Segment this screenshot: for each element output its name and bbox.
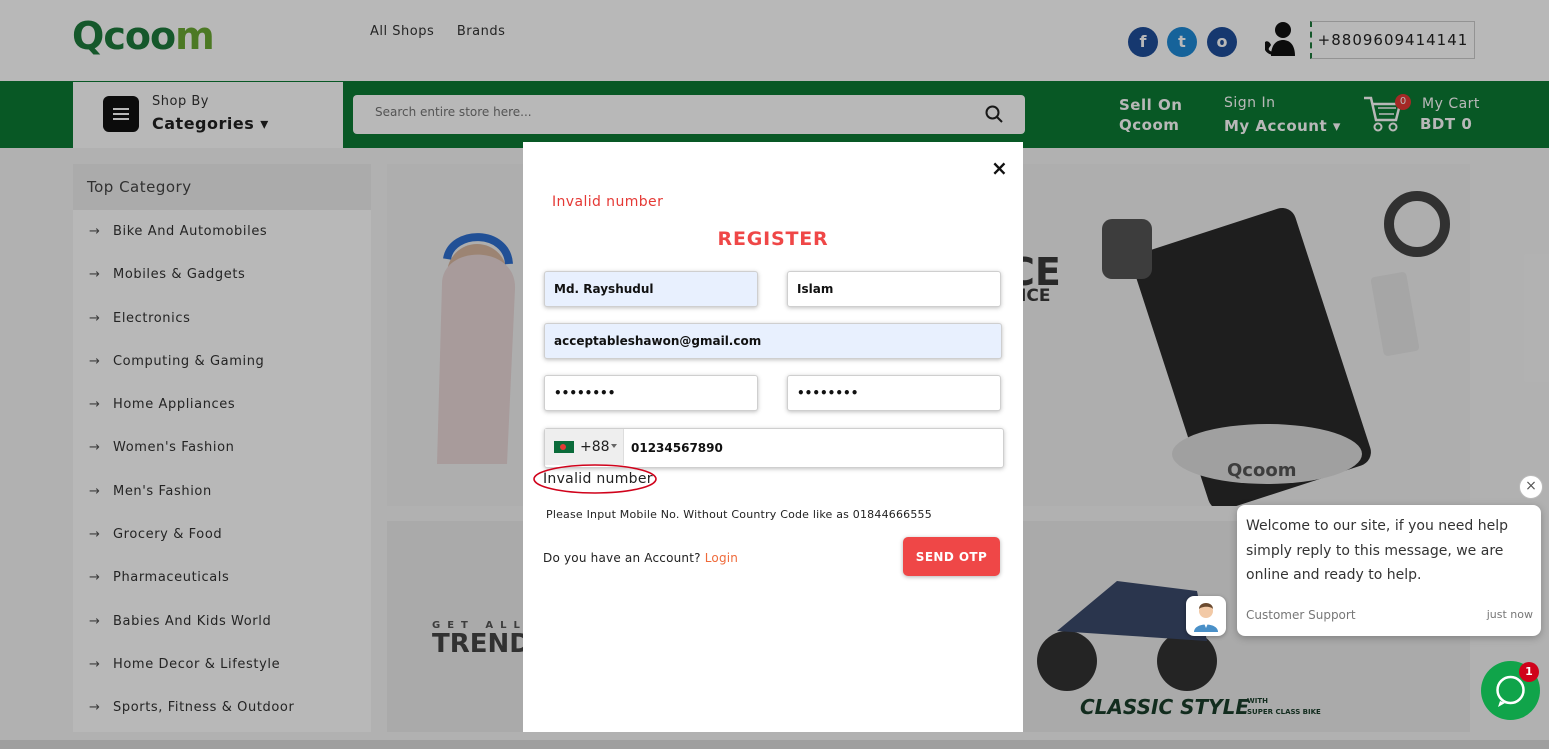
agent-avatar — [1186, 596, 1226, 636]
agent-avatar-icon — [1194, 603, 1218, 632]
phone-hint: Please Input Mobile No. Without Country … — [546, 508, 932, 521]
chat-timestamp: just now — [1486, 608, 1533, 621]
chat-popup[interactable]: Welcome to our site, if you need help si… — [1237, 505, 1541, 636]
chat-unread-badge: 1 — [1519, 662, 1539, 682]
login-link[interactable]: Login — [705, 551, 738, 565]
email-field[interactable] — [544, 323, 1002, 359]
phone-error-message: Invalid number — [543, 471, 653, 487]
chat-agent-name: Customer Support — [1246, 608, 1356, 622]
account-prompt: Do you have an Account? Login — [543, 551, 738, 565]
password-field[interactable] — [544, 375, 758, 411]
close-icon[interactable]: × — [991, 156, 1008, 180]
country-code-value: +88 — [580, 439, 610, 455]
register-modal: × Invalid number REGISTER +88 Invalid nu… — [523, 142, 1023, 732]
phone-field[interactable] — [629, 429, 993, 467]
phone-field-group: +88 — [544, 428, 1004, 468]
bangladesh-flag-icon — [554, 441, 574, 453]
modal-title: REGISTER — [717, 228, 829, 250]
confirm-password-field[interactable] — [787, 375, 1001, 411]
chat-message: Welcome to our site, if you need help si… — [1246, 518, 1508, 583]
country-code-select[interactable]: +88 — [545, 429, 624, 465]
last-name-field[interactable] — [787, 271, 1001, 307]
caret-down-icon — [611, 444, 617, 448]
error-message: Invalid number — [552, 194, 664, 210]
account-question: Do you have an Account? — [543, 551, 701, 565]
send-otp-button[interactable]: SEND OTP — [903, 537, 1000, 576]
first-name-field[interactable] — [544, 271, 758, 307]
chat-close-icon[interactable]: × — [1519, 475, 1543, 499]
